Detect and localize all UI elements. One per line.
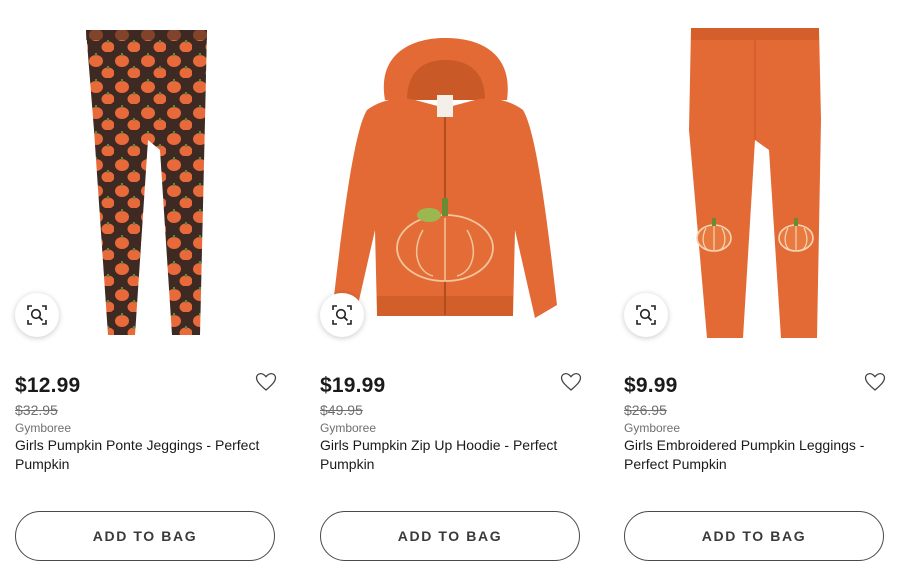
original-price: $32.95 [15, 402, 58, 418]
original-price: $49.95 [320, 402, 363, 418]
search-zoom-icon [27, 305, 47, 325]
sale-price: $19.99 [320, 374, 386, 397]
product-card: $19.99 $49.95 Gymboree Girls Pumpkin Zip… [315, 0, 585, 572]
search-zoom-icon [332, 305, 352, 325]
quick-view-button[interactable] [15, 293, 59, 337]
add-to-bag-button[interactable]: ADD TO BAG [624, 511, 884, 561]
product-title[interactable]: Girls Pumpkin Zip Up Hoodie - Perfect Pu… [320, 436, 582, 474]
product-card: $12.99 $32.95 Gymboree Girls Pumpkin Pon… [10, 0, 280, 572]
original-price: $26.95 [624, 402, 667, 418]
heart-outline-icon[interactable] [560, 372, 582, 392]
heart-outline-icon[interactable] [864, 372, 886, 392]
sale-price: $12.99 [15, 374, 81, 397]
heart-outline-icon[interactable] [255, 372, 277, 392]
add-to-bag-button[interactable]: ADD TO BAG [15, 511, 275, 561]
product-title[interactable]: Girls Embroidered Pumpkin Leggings - Per… [624, 436, 886, 474]
search-zoom-icon [636, 305, 656, 325]
add-to-bag-button[interactable]: ADD TO BAG [320, 511, 580, 561]
product-title[interactable]: Girls Pumpkin Ponte Jeggings - Perfect P… [15, 436, 277, 474]
product-card: $9.99 $26.95 Gymboree Girls Embroidered … [619, 0, 889, 572]
sale-price: $9.99 [624, 374, 678, 397]
quick-view-button[interactable] [624, 293, 668, 337]
product-grid: $12.99 $32.95 Gymboree Girls Pumpkin Pon… [0, 0, 897, 572]
quick-view-button[interactable] [320, 293, 364, 337]
brand-label: Gymboree [624, 421, 681, 435]
brand-label: Gymboree [320, 421, 377, 435]
brand-label: Gymboree [15, 421, 72, 435]
